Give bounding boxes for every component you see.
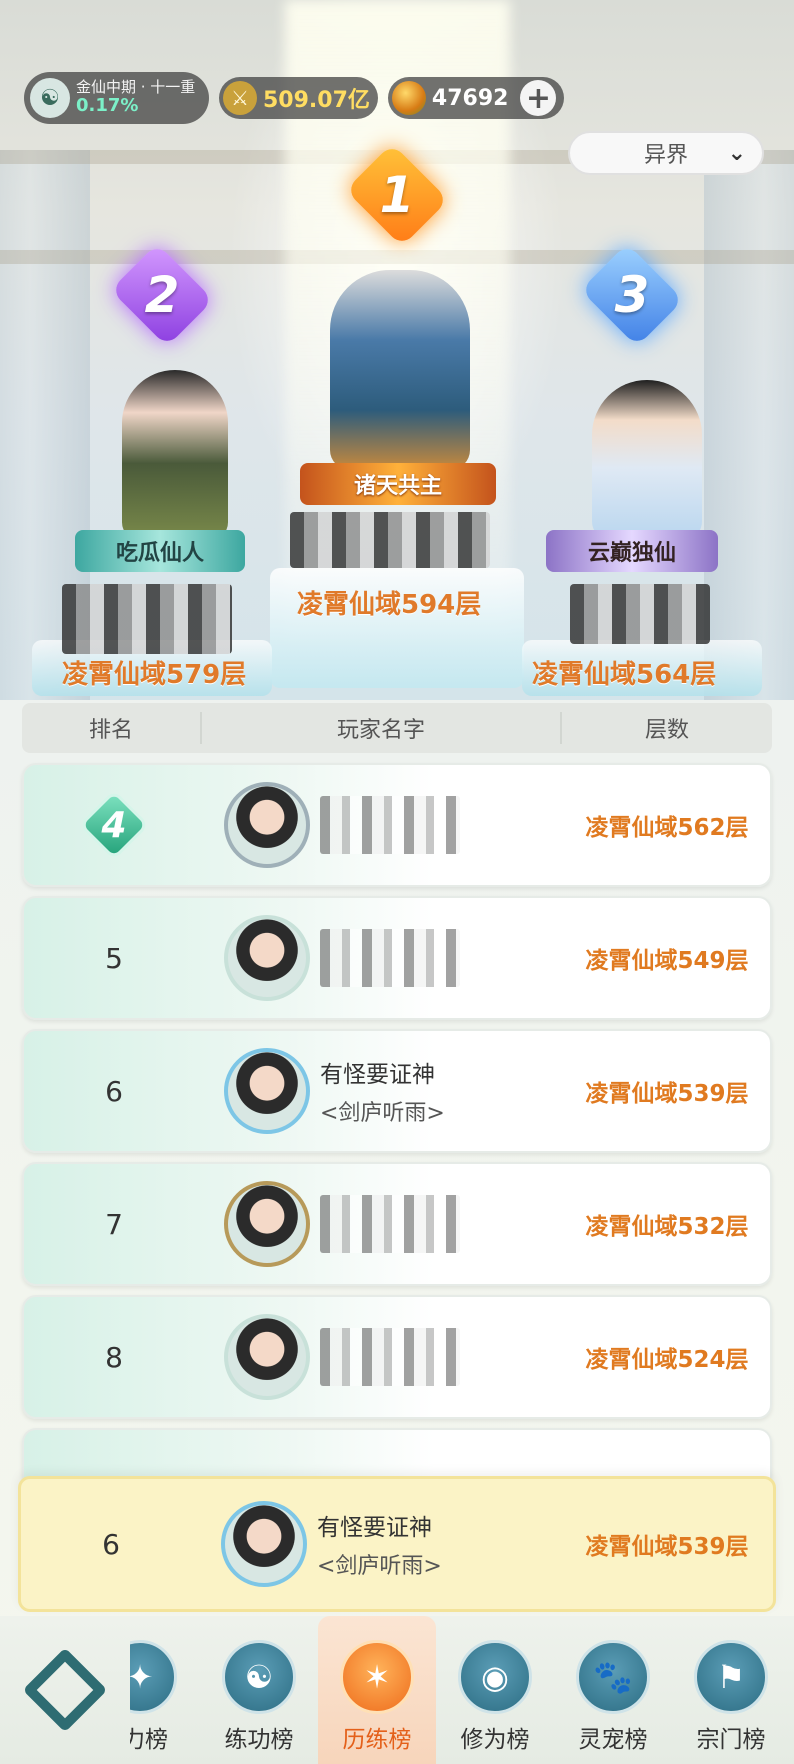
rank-3-floor: 凌霄仙域564层 <box>532 660 717 690</box>
cat-pet-icon: 🐾 <box>576 1640 650 1714</box>
tab-label: 宗门榜 <box>696 1727 766 1753</box>
rank-cell: 8 <box>105 1340 123 1374</box>
my-player-cell: 有怪要证神 <剑庐听雨> <box>201 1501 561 1587</box>
tab-trial-rank[interactable]: ✶ 历练榜 <box>318 1616 436 1764</box>
rank-1-character[interactable] <box>330 270 470 470</box>
floor-cell: 凌霄仙域524层 <box>585 1347 749 1373</box>
tab-label: 力榜 <box>130 1727 168 1753</box>
tab-label: 历练榜 <box>342 1727 412 1753</box>
tab-sect-rank[interactable]: ⚑ 宗门榜 <box>672 1616 790 1754</box>
avatar[interactable] <box>224 782 310 868</box>
region-dropdown[interactable]: 异界 ⌄ <box>568 131 764 175</box>
region-selected: 异界 <box>643 143 688 168</box>
my-avatar[interactable] <box>221 1501 307 1587</box>
rank-1-title: 诸天共主 <box>300 463 496 505</box>
avatar[interactable] <box>224 1181 310 1267</box>
home-button[interactable] <box>0 1616 130 1764</box>
pillar-right <box>704 150 794 700</box>
rank-1-floor: 凌霄仙域594层 <box>297 590 482 620</box>
header-floor: 层数 <box>644 718 689 743</box>
my-rank: 6 <box>102 1527 120 1561</box>
player-name-redacted <box>320 1195 460 1253</box>
my-guild-name: <剑庐听雨> <box>317 1554 442 1579</box>
rank-3-title: 云巅独仙 <box>546 530 718 572</box>
tab-cultivation-rank[interactable]: ◉ 修为榜 <box>436 1616 554 1754</box>
rank-cell: 6 <box>105 1074 123 1108</box>
floor-cell: 凌霄仙域539层 <box>585 1081 749 1107</box>
rank-3-character[interactable] <box>592 380 702 540</box>
my-floor: 凌霄仙域539层 <box>585 1534 749 1560</box>
diamond-icon <box>22 1647 108 1733</box>
rank-1-emblem: 1 <box>345 143 449 247</box>
rank-3-emblem: 3 <box>580 243 684 347</box>
rank-2-title: 吃瓜仙人 <box>75 530 245 572</box>
floor-cell: 凌霄仙域532层 <box>585 1214 749 1240</box>
flag-icon: ⚑ <box>694 1640 768 1714</box>
player-name-redacted <box>320 796 460 854</box>
table-row[interactable]: 4 凌霄仙域562层 <box>22 763 772 887</box>
tab-training-rank[interactable]: ☯ 练功榜 <box>200 1616 318 1754</box>
player-name-redacted <box>320 1328 460 1386</box>
tab-pet-rank[interactable]: 🐾 灵宠榜 <box>554 1616 672 1754</box>
tab-power-rank[interactable]: ✦ 力榜 <box>130 1616 200 1754</box>
player-cell: 有怪要证神 <剑庐听雨> <box>204 1048 564 1134</box>
avatar[interactable] <box>224 1048 310 1134</box>
rank-2-character[interactable] <box>122 370 228 540</box>
tab-label: 灵宠榜 <box>578 1727 648 1753</box>
cultivator-icon: ☯ <box>30 78 70 118</box>
table-row[interactable]: 8 凌霄仙域524层 <box>22 1295 772 1419</box>
taichi-icon: ☯ <box>222 1640 296 1714</box>
avatar[interactable] <box>224 1314 310 1400</box>
rank-1-name-redacted <box>290 512 490 568</box>
rank-cell: 5 <box>105 941 123 975</box>
table-header: 排名 玩家名字 层数 <box>22 703 772 753</box>
crossed-swords-icon: ⚔ <box>223 81 257 115</box>
combat-power: ⚔ 509.07亿 <box>219 77 378 119</box>
floor-cell: 凌霄仙域549层 <box>585 948 749 974</box>
guild-name: <剑庐听雨> <box>320 1101 445 1126</box>
rank-2-floor: 凌霄仙域579层 <box>62 660 247 690</box>
table-row[interactable]: 5 凌霄仙域549层 <box>22 896 772 1020</box>
status-bar: ☯ 金仙中期 · 十一重 0.17% ⚔ 509.07亿 47692 + <box>24 72 565 124</box>
currency: 47692 + <box>387 77 565 119</box>
player-name-redacted <box>320 929 460 987</box>
combat-power-value: 509.07亿 <box>263 88 370 113</box>
header-player-name: 玩家名字 <box>202 712 562 744</box>
player-name: 有怪要证神 <box>320 1062 435 1088</box>
add-currency-button[interactable]: + <box>520 80 557 116</box>
floor-cell: 凌霄仙域562层 <box>585 815 749 841</box>
cultivation-badge[interactable]: ☯ 金仙中期 · 十一重 0.17% <box>24 72 209 124</box>
my-rank-row[interactable]: 6 有怪要证神 <剑庐听雨> 凌霄仙域539层 <box>18 1476 776 1612</box>
player-cell <box>204 1314 564 1400</box>
tab-label: 修为榜 <box>460 1727 530 1753</box>
currency-value: 47692 <box>431 85 509 111</box>
player-cell <box>204 782 564 868</box>
rank-3-name-redacted <box>570 584 710 644</box>
cultivation-progress: 0.17% <box>76 95 139 117</box>
rank-4-emblem: 4 <box>78 789 150 861</box>
rank-cell: 4 <box>24 789 204 861</box>
spirit-orb-icon <box>391 81 426 115</box>
table-row-partial[interactable] <box>22 1428 772 1478</box>
player-cell <box>204 1181 564 1267</box>
rank-2-name-redacted <box>62 584 232 654</box>
table-row[interactable]: 6 有怪要证神 <剑庐听雨> 凌霄仙域539层 <box>22 1029 772 1153</box>
cultivation-rank: 金仙中期 · 十一重 <box>76 78 196 97</box>
ninja-icon: ◉ <box>458 1640 532 1714</box>
avatar[interactable] <box>224 915 310 1001</box>
compass-star-icon: ✶ <box>340 1640 414 1714</box>
player-cell <box>204 915 564 1001</box>
my-player-name: 有怪要证神 <box>317 1515 432 1541</box>
header-rank: 排名 <box>22 712 202 744</box>
rank-cell: 7 <box>105 1207 123 1241</box>
table-row[interactable]: 7 凌霄仙域532层 <box>22 1162 772 1286</box>
bottom-nav: ✦ 力榜 ☯ 练功榜 ✶ 历练榜 ◉ 修为榜 🐾 灵宠榜 ⚑ 宗门榜 <box>0 1616 794 1764</box>
chevron-down-icon: ⌄ <box>727 141 746 166</box>
tab-label: 练功榜 <box>224 1727 294 1753</box>
power-icon: ✦ <box>130 1640 177 1714</box>
rank-2-emblem: 2 <box>110 243 214 347</box>
